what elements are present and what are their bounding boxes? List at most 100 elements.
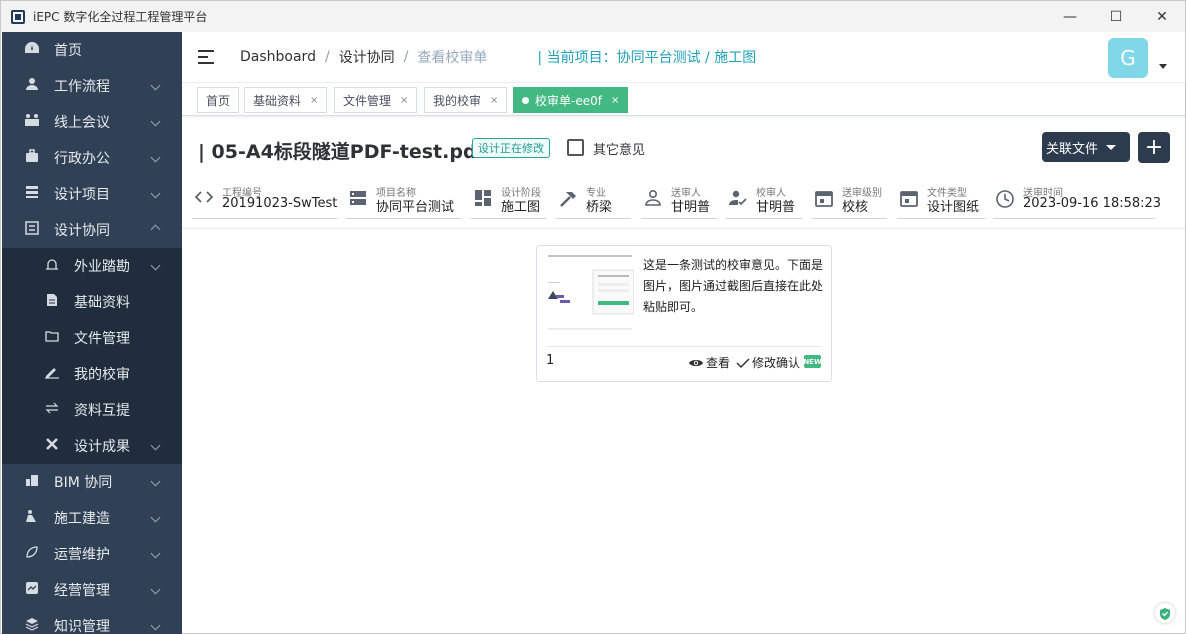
status-badge: 设计正在修改 bbox=[472, 138, 550, 158]
add-button[interactable]: + bbox=[1138, 132, 1170, 163]
sidebar-item-label: 行政办公 bbox=[54, 151, 110, 167]
bell-icon bbox=[42, 257, 62, 275]
window-controls: — ☐ ✕ bbox=[1047, 1, 1185, 32]
opinion-number: 1 bbox=[546, 353, 555, 368]
title-bar: iEPC 数字化全过程工程管理平台 — ☐ ✕ bbox=[1, 1, 1185, 32]
close-icon[interactable]: × bbox=[310, 95, 318, 106]
caret-down-icon[interactable] bbox=[1159, 64, 1167, 69]
tag-file-management[interactable]: 文件管理 × bbox=[334, 87, 418, 113]
breadcrumb-dashboard[interactable]: Dashboard bbox=[240, 49, 316, 65]
view-button[interactable]: 查看 bbox=[688, 354, 730, 371]
main-content: | 05-A4标段隧道PDF-test.pdf 设计正在修改 其它意见 关联文件… bbox=[182, 117, 1185, 634]
close-icon[interactable]: × bbox=[611, 95, 619, 106]
chevron-down-icon bbox=[148, 475, 162, 489]
sidebar-item-construction[interactable]: 施工建造 bbox=[2, 500, 182, 536]
sidebar-item-data-exchange[interactable]: 资料互提 bbox=[2, 392, 182, 428]
close-button[interactable]: ✕ bbox=[1139, 1, 1185, 32]
opinion-card: 这是一条测试的校审意见。下面是图片，图片通过截图后直接在此处粘贴即可。 1 查看… bbox=[536, 245, 832, 382]
sidebar-submenu: 外业踏勘 基础资料 文件管理 我的校审 资料互提 设计成果 bbox=[2, 248, 182, 464]
active-dot-icon bbox=[522, 96, 529, 104]
meta-file-type: 文件类型 设计图纸 bbox=[897, 183, 985, 219]
sidebar-item-basic-data[interactable]: 基础资料 bbox=[2, 284, 182, 320]
chevron-down-icon bbox=[148, 79, 162, 93]
page-title: | 05-A4标段隧道PDF-test.pdf bbox=[198, 141, 485, 163]
meta-discipline: 专业 桥梁 bbox=[556, 183, 631, 219]
chevron-down-icon bbox=[148, 439, 162, 453]
view-label: 查看 bbox=[706, 356, 731, 370]
tag-basic-data[interactable]: 基础资料 × bbox=[244, 87, 328, 113]
meta-value: 桥梁 bbox=[586, 200, 613, 215]
sidebar-item-design-results[interactable]: 设计成果 bbox=[2, 428, 182, 464]
server-icon bbox=[348, 189, 368, 209]
sidebar-item-field-survey[interactable]: 外业踏勘 bbox=[2, 248, 182, 284]
sidebar-item-meeting[interactable]: 线上会议 bbox=[2, 104, 182, 140]
sidebar-item-label: 运营维护 bbox=[54, 547, 110, 563]
sidebar-item-operation[interactable]: 运营维护 bbox=[2, 536, 182, 572]
top-header: Dashboard / 设计协同 / 查看校审单 | 当前项目：协同平台测试 /… bbox=[182, 32, 1185, 82]
person-check-icon bbox=[728, 189, 748, 209]
sidebar-item-label: 外业踏勘 bbox=[74, 259, 130, 275]
sidebar-item-label: 经营管理 bbox=[54, 583, 110, 599]
sidebar-item-label: 文件管理 bbox=[74, 331, 130, 347]
sidebar-item-business[interactable]: 经营管理 bbox=[2, 572, 182, 608]
meta-review-level: 送审级别 校核 bbox=[812, 183, 887, 219]
tag-label: 校审单-ee0f bbox=[535, 93, 602, 108]
sidebar-item-label: 资料互提 bbox=[74, 403, 130, 419]
caret-down-icon bbox=[1106, 144, 1117, 150]
sidebar-item-home[interactable]: 首页 bbox=[2, 32, 182, 68]
chevron-down-icon bbox=[148, 259, 162, 273]
opinion-footer: 1 查看 修改确认 NEW bbox=[546, 346, 822, 370]
briefcase-icon bbox=[22, 149, 42, 167]
close-icon[interactable]: × bbox=[400, 95, 408, 106]
sidebar-item-bim[interactable]: BIM 协同 bbox=[2, 464, 182, 500]
calendar-icon bbox=[814, 189, 834, 209]
code-icon bbox=[194, 189, 214, 209]
opinion-screenshot-image[interactable] bbox=[546, 255, 635, 330]
other-opinion-checkbox[interactable] bbox=[567, 139, 584, 156]
chevron-down-icon bbox=[148, 151, 162, 165]
sidebar-item-design-collab[interactable]: 设计协同 bbox=[2, 212, 182, 248]
new-badge: NEW bbox=[803, 355, 822, 368]
building-icon bbox=[22, 473, 42, 491]
meta-project-code: 工程编号 20191023-SwTest bbox=[192, 183, 337, 219]
related-files-button[interactable]: 关联文件 bbox=[1042, 132, 1130, 162]
breadcrumb-design-collab[interactable]: 设计协同 bbox=[339, 47, 395, 67]
tag-review-sheet[interactable]: 校审单-ee0f × bbox=[513, 87, 629, 113]
breadcrumb-separator: / bbox=[324, 49, 330, 65]
exchange-icon bbox=[42, 402, 62, 418]
meta-project-name: 项目名称 协同平台测试 bbox=[346, 183, 461, 219]
meta-value: 甘明普 bbox=[671, 200, 711, 215]
current-project-name: 协同平台测试 / 施工图 bbox=[616, 50, 757, 66]
sidebar-item-workflow[interactable]: 工作流程 bbox=[2, 68, 182, 104]
minimize-button[interactable]: — bbox=[1047, 1, 1093, 32]
shield-icon[interactable] bbox=[1155, 603, 1175, 623]
meta-value: 协同平台测试 bbox=[376, 200, 455, 215]
check-icon bbox=[736, 357, 750, 369]
sidebar-item-knowledge[interactable]: 知识管理 bbox=[2, 608, 182, 634]
meta-submitter: 送审人 甘明普 bbox=[641, 183, 717, 219]
avatar[interactable]: G bbox=[1108, 38, 1148, 78]
sidebar-item-label: 设计项目 bbox=[54, 187, 110, 203]
meta-value: 施工图 bbox=[501, 200, 541, 215]
dashboard-icon bbox=[22, 41, 42, 59]
opinion-text: 这是一条测试的校审意见。下面是图片，图片通过截图后直接在此处粘贴即可。 bbox=[643, 258, 824, 314]
tag-label: 我的校审 bbox=[433, 93, 482, 108]
meta-reviewer: 校审人 甘明普 bbox=[726, 183, 802, 219]
sidebar-item-file-management[interactable]: 文件管理 bbox=[2, 320, 182, 356]
other-opinion-label: 其它意见 bbox=[593, 143, 646, 158]
list-icon bbox=[22, 185, 42, 203]
user-icon bbox=[22, 77, 42, 95]
menu-toggle-icon[interactable] bbox=[198, 50, 216, 64]
sidebar-item-my-review[interactable]: 我的校审 bbox=[2, 356, 182, 392]
confirm-edit-button[interactable]: 修改确认 bbox=[736, 354, 800, 371]
sidebar-item-office[interactable]: 行政办公 bbox=[2, 140, 182, 176]
tag-home[interactable]: 首页 bbox=[197, 87, 240, 113]
sidebar-item-design-project[interactable]: 设计项目 bbox=[2, 176, 182, 212]
sidebar-item-label: 线上会议 bbox=[54, 115, 110, 131]
sidebar-item-label: 施工建造 bbox=[54, 511, 110, 527]
breadcrumb-current: 查看校审单 bbox=[417, 50, 488, 66]
tag-my-review[interactable]: 我的校审 × bbox=[424, 87, 508, 113]
chevron-up-icon bbox=[148, 223, 162, 237]
maximize-button[interactable]: ☐ bbox=[1093, 1, 1139, 32]
close-icon[interactable]: × bbox=[490, 95, 498, 106]
